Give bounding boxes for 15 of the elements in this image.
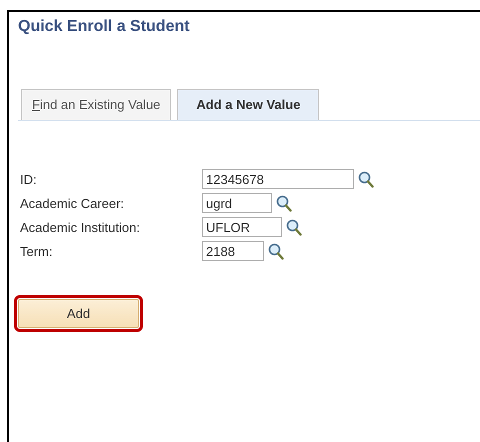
field-label: Term:	[20, 244, 54, 258]
search-icon[interactable]	[358, 170, 374, 188]
search-icon[interactable]	[276, 194, 292, 212]
tab[interactable]: Find an Existing Value	[21, 89, 172, 120]
page-title: Quick Enroll a Student	[18, 18, 190, 36]
input-field[interactable]: 12345678	[202, 169, 354, 189]
search-icon[interactable]	[268, 242, 284, 260]
input-field[interactable]: 2188	[202, 241, 264, 261]
field-label: Academic Institution:	[20, 220, 141, 234]
search-icon[interactable]	[286, 218, 302, 236]
field-label: Academic Career:	[20, 196, 126, 210]
input-field[interactable]: ugrd	[202, 193, 272, 213]
tab[interactable]: Add a New Value	[177, 89, 320, 120]
input-field[interactable]: UFLOR	[202, 217, 282, 237]
field-label: ID:	[20, 172, 38, 186]
